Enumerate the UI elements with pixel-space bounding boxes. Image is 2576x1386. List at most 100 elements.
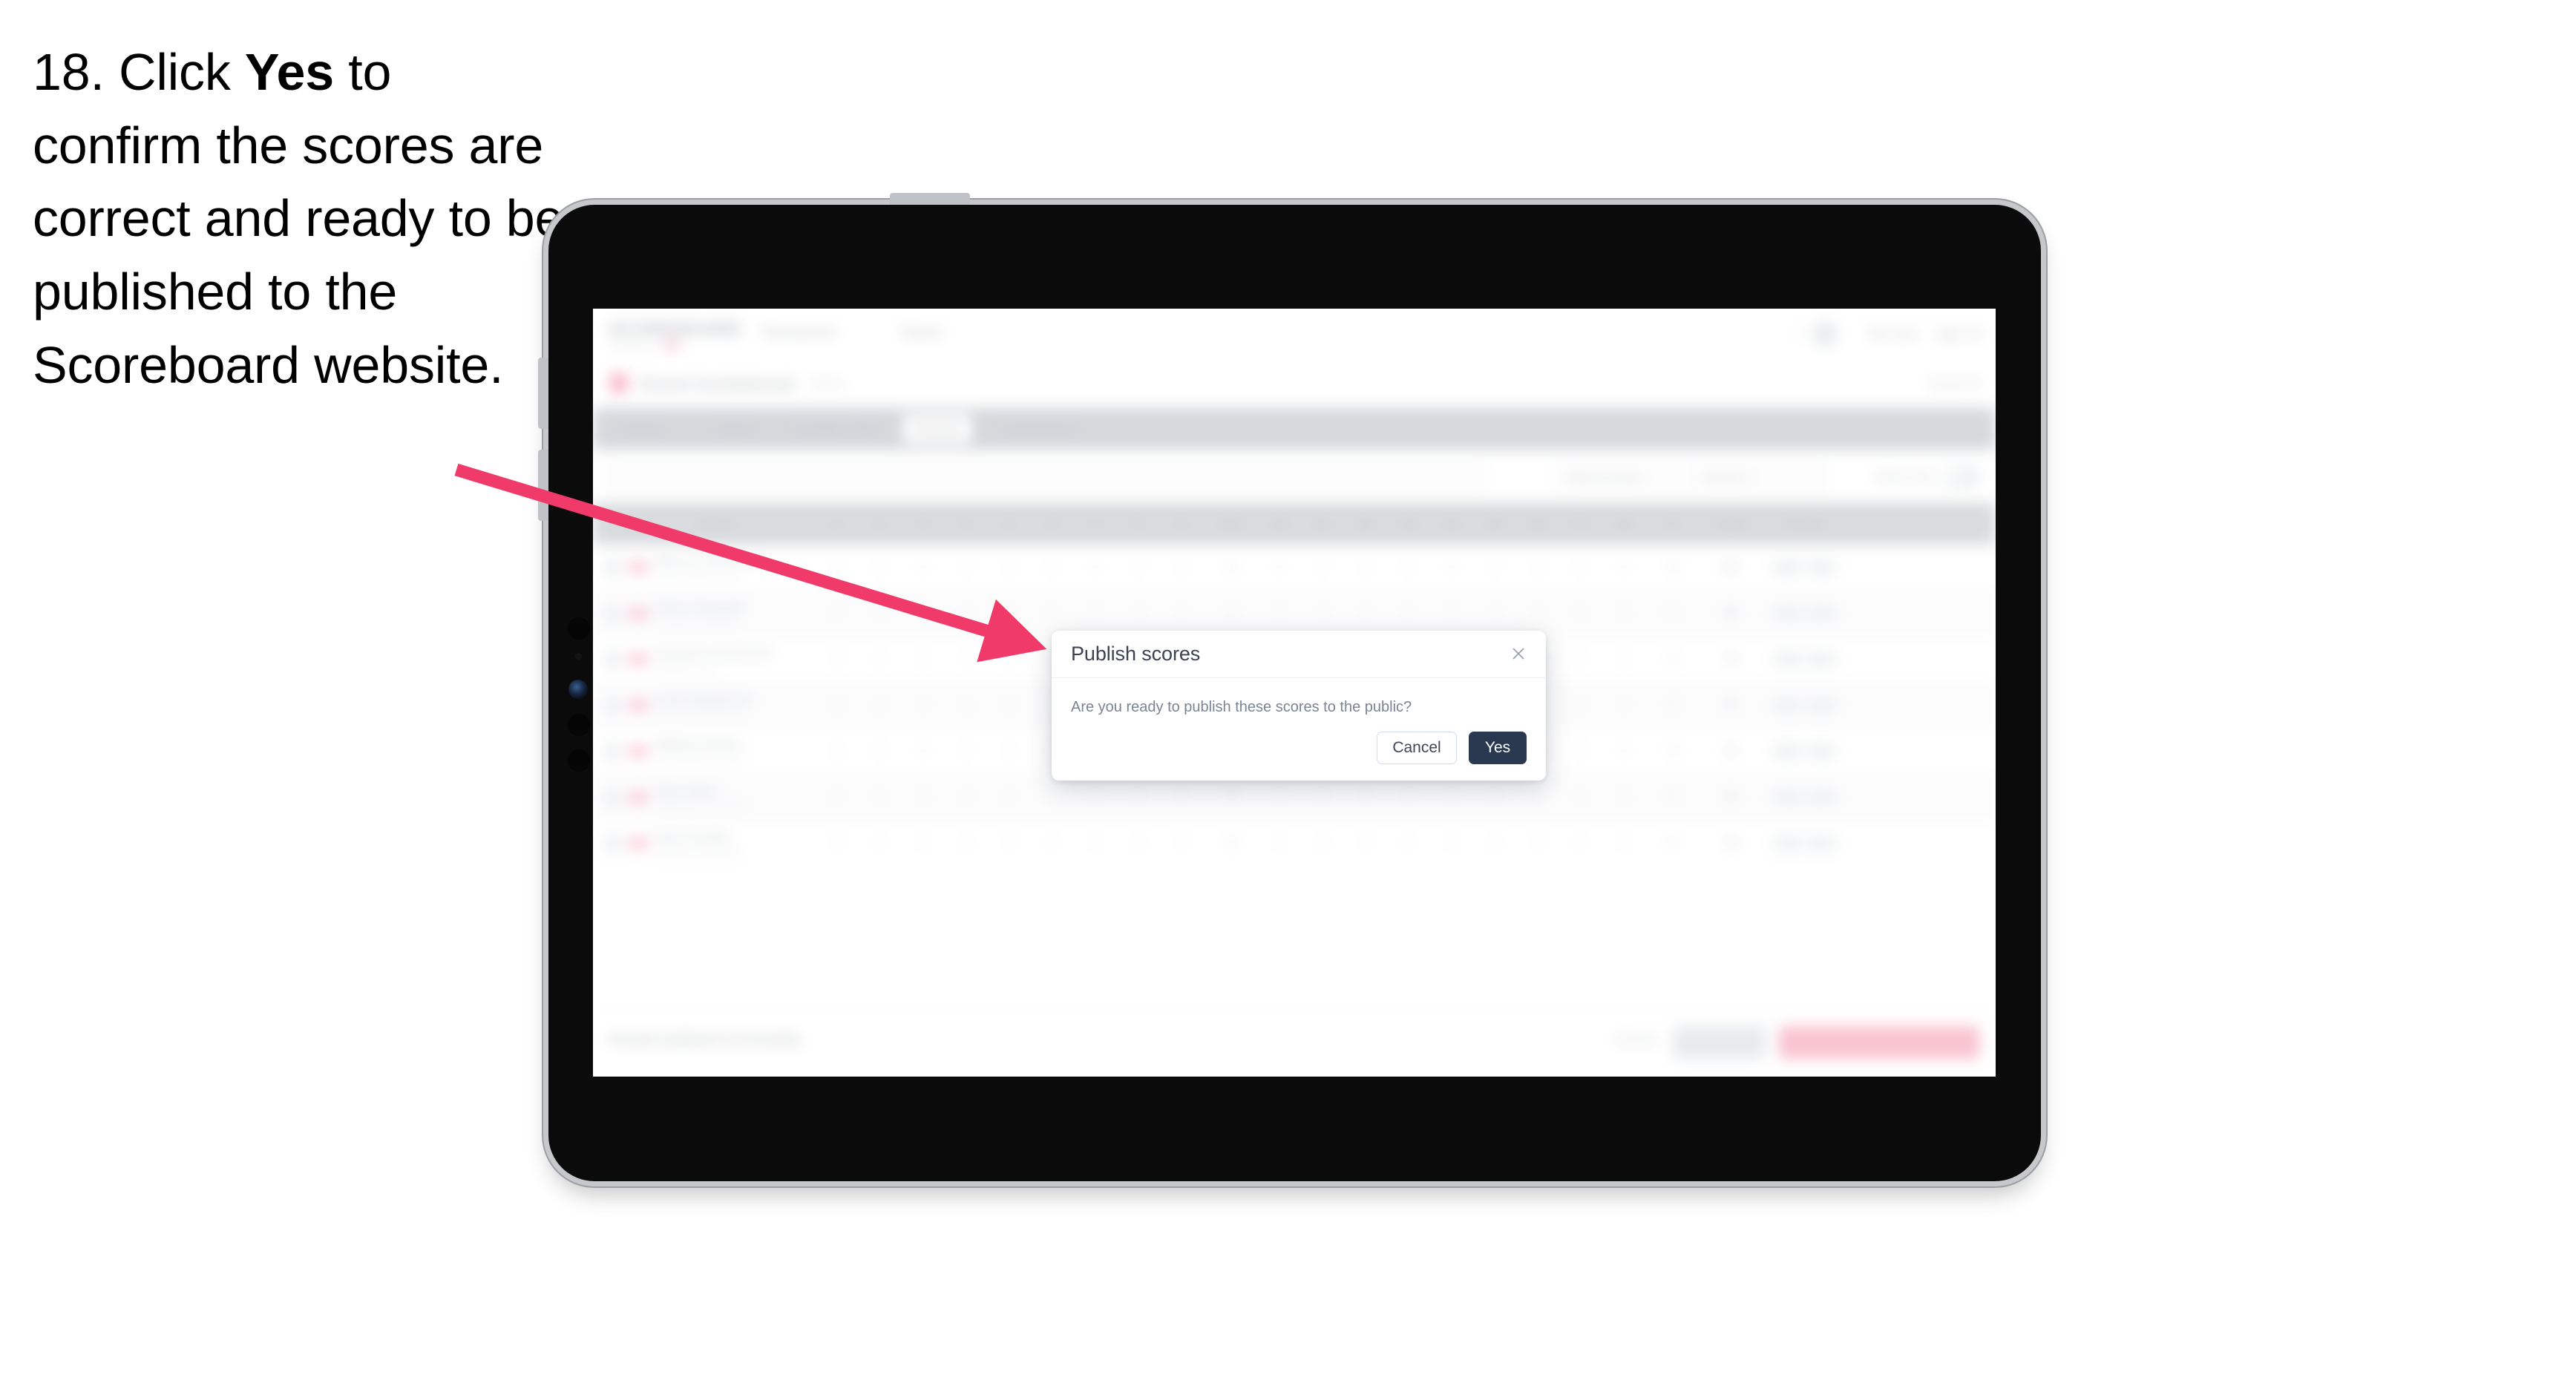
hole-score-cell[interactable]: 4 [902, 545, 945, 590]
row-checkbox[interactable] [605, 743, 621, 760]
column-header[interactable]: 3 [902, 503, 945, 545]
hole-score-cell[interactable]: 4 [1516, 591, 1559, 636]
hole-score-cell[interactable]: 4 [988, 775, 1031, 820]
hole-score-cell[interactable]: 4 [1258, 821, 1301, 866]
column-header[interactable]: 10 [1258, 503, 1301, 545]
hole-score-cell[interactable]: 4 [945, 821, 988, 866]
search-input[interactable] [608, 463, 1485, 493]
column-header[interactable]: 14 [1430, 503, 1473, 545]
hole-score-cell[interactable]: 4 [816, 729, 859, 774]
hole-score-cell[interactable]: 4 [1031, 591, 1074, 636]
hole-score-cell[interactable]: 4 [1559, 591, 1602, 636]
hole-score-cell[interactable]: 4 [1430, 821, 1473, 866]
hole-score-cell[interactable]: 4 [1559, 637, 1602, 682]
hole-score-cell[interactable]: 4 [1602, 821, 1645, 866]
hole-score-cell[interactable]: 4 [1430, 591, 1473, 636]
column-header[interactable]: 1 [816, 503, 859, 545]
column-header[interactable]: 9 [1160, 503, 1203, 545]
hole-score-cell[interactable]: 4 [902, 591, 945, 636]
hole-score-cell[interactable]: 4 [1031, 821, 1074, 866]
header-nav-tournament[interactable]: Tournament [761, 325, 835, 341]
row-checkbox[interactable] [605, 651, 621, 668]
hole-score-cell[interactable]: 4 [1074, 821, 1117, 866]
column-header[interactable]: 16 [1516, 503, 1559, 545]
column-header[interactable]: 15 [1473, 503, 1516, 545]
header-nav-teams[interactable]: Teams [900, 325, 942, 341]
hole-score-cell[interactable]: 4 [945, 545, 988, 590]
hole-score-cell[interactable]: 4 [1473, 591, 1516, 636]
column-header[interactable]: In [1645, 503, 1700, 545]
row-checkbox[interactable] [605, 559, 621, 576]
hole-score-cell[interactable]: 4 [902, 683, 945, 728]
hole-score-cell[interactable]: 4 [902, 775, 945, 820]
table-row[interactable]: Ryan Blair Bridgewater Academy 4 4 4 4 4 4 4 4 4 75… [593, 775, 1996, 821]
tab-details[interactable]: Details [609, 415, 674, 443]
hole-score-cell[interactable]: 4 [859, 683, 902, 728]
column-header[interactable]: 8 [1117, 503, 1160, 545]
round-filter-select[interactable]: Round 1 [1693, 462, 1826, 493]
hole-score-cell[interactable]: 4 [988, 683, 1031, 728]
hole-score-cell[interactable]: 4 [859, 729, 902, 774]
column-header[interactable]: Out [1203, 503, 1258, 545]
show-only-toggle[interactable] [1942, 466, 1979, 488]
hole-score-cell[interactable]: 4 [816, 683, 859, 728]
hole-score-cell[interactable]: 4 [945, 775, 988, 820]
hole-score-cell[interactable]: 4 [1516, 545, 1559, 590]
hole-score-cell[interactable]: 4 [1559, 729, 1602, 774]
hole-score-cell[interactable]: 4 [1559, 775, 1602, 820]
avatar[interactable] [1813, 322, 1837, 346]
hole-score-cell[interactable]: 4 [816, 775, 859, 820]
column-header[interactable]: 4 [945, 503, 988, 545]
hole-score-cell[interactable]: 4 [1160, 545, 1203, 590]
hole-score-cell[interactable]: 4 [1602, 637, 1645, 682]
hole-score-cell[interactable]: 4 [1160, 591, 1203, 636]
column-header[interactable]: 18 [1602, 503, 1645, 545]
hole-score-cell[interactable]: 4 [1559, 683, 1602, 728]
hole-score-cell[interactable]: 4 [859, 545, 902, 590]
hole-score-cell[interactable]: 4 [1473, 821, 1516, 866]
hole-score-cell[interactable]: 4 [1344, 821, 1387, 866]
hole-score-cell[interactable]: 4 [1387, 775, 1430, 820]
hole-score-cell[interactable]: 4 [1160, 821, 1203, 866]
confirm-yes-button[interactable]: Yes [1469, 732, 1527, 764]
hole-score-cell[interactable]: 4 [902, 637, 945, 682]
hole-score-cell[interactable]: 4 [945, 729, 988, 774]
hole-score-cell[interactable]: 4 [1117, 775, 1160, 820]
volume-up-button[interactable] [538, 358, 548, 429]
column-header[interactable]: 12 [1344, 503, 1387, 545]
close-icon[interactable] [1507, 643, 1530, 665]
column-header[interactable]: Points [1761, 503, 1849, 545]
row-checkbox[interactable] [605, 789, 621, 806]
table-row[interactable]: Marcus Thomson Riverside Academy 4 4 4 4 4 4 4 4 4… [593, 545, 1996, 591]
hole-score-cell[interactable]: 4 [1473, 775, 1516, 820]
hole-score-cell[interactable]: 4 [1387, 591, 1430, 636]
hole-score-cell[interactable]: 4 [1031, 545, 1074, 590]
hole-score-cell[interactable]: 4 [1387, 545, 1430, 590]
hole-score-cell[interactable]: 4 [1516, 821, 1559, 866]
column-header[interactable]: Player [593, 503, 816, 545]
hole-score-cell[interactable]: 4 [1258, 775, 1301, 820]
footer-save-button[interactable] [1674, 1026, 1766, 1059]
hole-score-cell[interactable]: 4 [945, 637, 988, 682]
tab-coaches-picks[interactable]: Coaches Picks [780, 415, 892, 443]
hole-score-cell[interactable]: 4 [1387, 821, 1430, 866]
hole-score-cell[interactable]: 4 [1602, 775, 1645, 820]
hole-score-cell[interactable]: 4 [1074, 775, 1117, 820]
brand-logo[interactable]: SCOREBOARD [609, 319, 741, 339]
hole-score-cell[interactable]: 4 [1344, 775, 1387, 820]
hole-score-cell[interactable]: 4 [902, 821, 945, 866]
hole-score-cell[interactable]: 4 [1160, 775, 1203, 820]
footer-cancel-button[interactable]: Cancel [1616, 1032, 1657, 1048]
hole-score-cell[interactable]: 4 [816, 821, 859, 866]
hole-score-cell[interactable]: 4 [816, 637, 859, 682]
hole-score-cell[interactable]: 4 [816, 545, 859, 590]
footer-publish-button[interactable] [1779, 1026, 1979, 1059]
tab-results[interactable]: Results [903, 415, 972, 443]
table-row[interactable]: Nate Dunbar Glenview University 4 4 4 4 4 4 4 4 4 7… [593, 821, 1996, 867]
signout-link[interactable]: Sign out [1936, 326, 1982, 341]
hole-score-cell[interactable]: 4 [1430, 775, 1473, 820]
hole-score-cell[interactable]: 4 [1301, 821, 1344, 866]
hole-score-cell[interactable]: 4 [1301, 591, 1344, 636]
hole-score-cell[interactable]: 4 [1602, 683, 1645, 728]
hole-score-cell[interactable]: 4 [988, 545, 1031, 590]
